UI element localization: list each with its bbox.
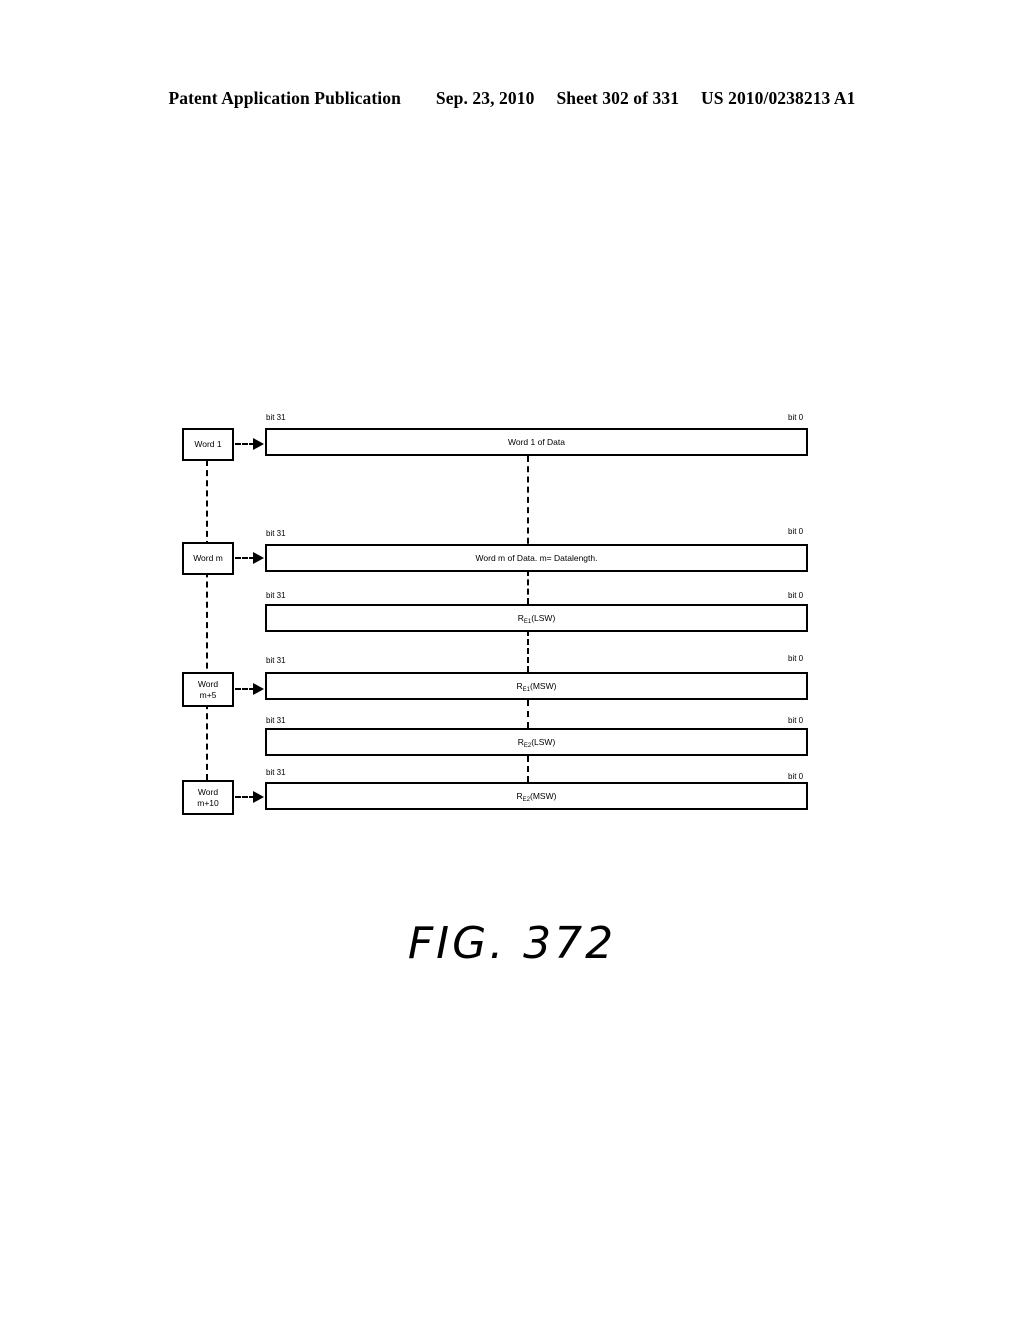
arrow-word-m-to-bar: [235, 552, 266, 564]
arrow-head-icon: [253, 552, 264, 564]
bar-label: RE1(MSW): [516, 681, 557, 693]
arrow-head-icon: [253, 791, 264, 803]
bit-label-left: bit 31: [266, 656, 286, 665]
bit-label-left: bit 31: [266, 768, 286, 777]
word-box-line1: Word: [197, 679, 219, 689]
arrow-shaft: [235, 796, 255, 798]
arrow-shaft: [235, 443, 255, 445]
bit-label-left: bit 31: [266, 716, 286, 725]
word-box-word-m-plus-10[interactable]: Word m+10: [182, 780, 234, 815]
bar-re2-msw[interactable]: RE2(MSW): [265, 782, 808, 810]
bit-label-right: bit 0: [788, 654, 804, 663]
bar-re1-lsw[interactable]: RE1(LSW): [265, 604, 808, 632]
bar-label: RE1(LSW): [517, 613, 556, 625]
figure-caption: FIG. 372: [407, 918, 617, 969]
arrow-word-m-plus-5-to-bar: [235, 683, 266, 695]
arrow-shaft: [235, 688, 255, 690]
bar-label: Word 1 of Data: [507, 437, 565, 447]
bar-label: RE2(LSW): [517, 737, 556, 749]
bar-re1-msw[interactable]: RE1(MSW): [265, 672, 808, 700]
bar-re2-lsw[interactable]: RE2(LSW): [265, 728, 808, 756]
bar-midline-dashed: [527, 756, 529, 782]
bar-label: RE2(MSW): [516, 791, 557, 803]
word-box-line1: Word m: [193, 553, 223, 564]
bar-midline-dashed: [527, 700, 529, 728]
word-sequence-dashed-connector: [206, 460, 208, 780]
bar-midline-dashed: [527, 570, 529, 604]
bit-label-right: bit 0: [788, 591, 804, 600]
bit-label-right: bit 0: [788, 772, 804, 781]
arrow-head-icon: [253, 683, 264, 695]
bar-word-1-of-data[interactable]: Word 1 of Data: [265, 428, 808, 456]
word-box-line1: Word: [197, 787, 219, 797]
bar-label: Word m of Data. m= Datalength.: [475, 553, 598, 563]
word-box-word-m-plus-5[interactable]: Word m+5: [182, 672, 234, 707]
word-box-line1: Word 1: [194, 439, 222, 450]
word-box-word-m[interactable]: Word m: [182, 542, 234, 575]
bit-label-left: bit 31: [266, 413, 286, 422]
bit-label-left: bit 31: [266, 529, 286, 538]
bar-word-m-of-data[interactable]: Word m of Data. m= Datalength.: [265, 544, 808, 572]
arrow-word-m-plus-10-to-bar: [235, 791, 266, 803]
arrow-shaft: [235, 557, 255, 559]
arrow-word-1-to-bar: [235, 438, 266, 450]
word-box-word-1[interactable]: Word 1: [182, 428, 234, 461]
bit-label-right: bit 0: [788, 716, 804, 725]
bit-label-left: bit 31: [266, 591, 286, 600]
arrow-head-icon: [253, 438, 264, 450]
word-box-line2: m+10: [197, 797, 219, 808]
figure-372-diagram: bit 31 bit 0 Word 1 Word 1 of Data bit 3…: [0, 0, 1024, 1320]
bar-midline-dashed: [527, 456, 529, 554]
bit-label-right: bit 0: [788, 527, 804, 536]
word-box-line2: m+5: [199, 689, 217, 700]
bit-label-right: bit 0: [788, 413, 804, 422]
bar-midline-dashed: [527, 630, 529, 672]
